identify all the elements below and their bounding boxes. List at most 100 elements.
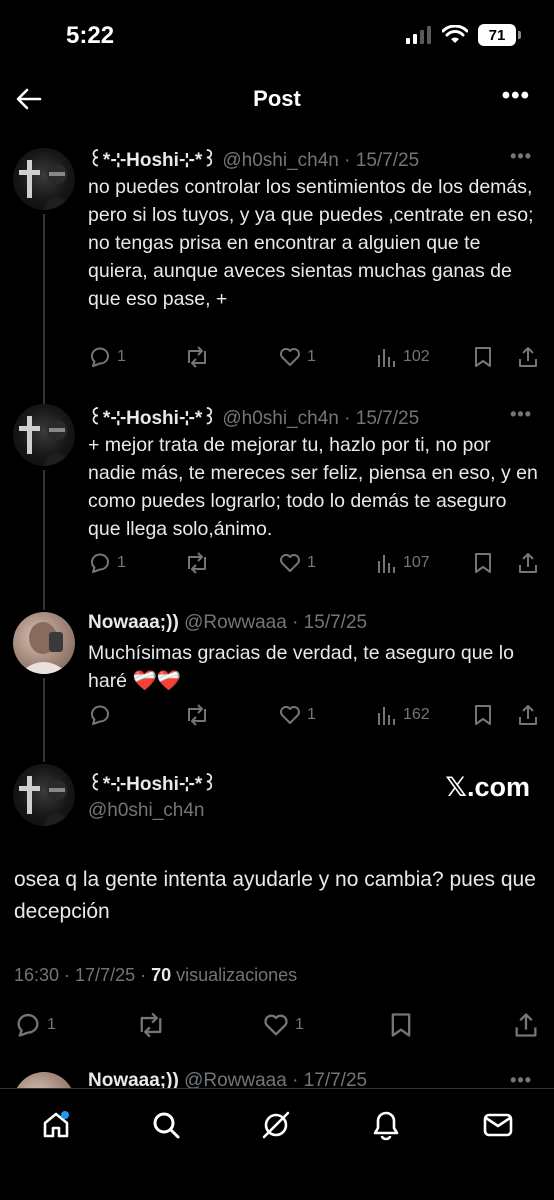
bookmark-button[interactable] — [472, 703, 494, 727]
avatar-image — [19, 416, 71, 466]
post-meta: 16:30 · 17/7/25 · 70 visualizaciones — [14, 965, 297, 986]
thread-reply[interactable]: Nowaaa;)) @Rowwaaa · 15/7/25 Muchísimas … — [0, 604, 554, 744]
nav-grok[interactable] — [256, 1105, 296, 1145]
views-icon — [378, 349, 395, 367]
repost-icon — [188, 704, 206, 726]
search-icon — [153, 1112, 180, 1139]
handle[interactable]: @Rowwaaa — [184, 1070, 287, 1088]
view-count: 102 — [403, 348, 430, 365]
display-name[interactable]: ꒰*⊹Hoshi⊹*꒱ — [88, 150, 217, 171]
messages-icon — [483, 1113, 513, 1137]
thread-reply[interactable]: ꒰*⊹Hoshi⊹*꒱ @h0shi_ch4n · 15/7/25 ••• + … — [0, 396, 554, 596]
bookmark-icon — [475, 347, 491, 367]
top-bar: Post ••• — [0, 70, 554, 128]
display-name[interactable]: ꒰*⊹Hoshi⊹*꒱ — [88, 770, 217, 796]
bookmark-button[interactable] — [472, 551, 494, 575]
handle[interactable]: @h0shi_ch4n — [222, 150, 338, 171]
thread-reply[interactable]: ꒰*⊹Hoshi⊹*꒱ @h0shi_ch4n · 15/7/25 ••• no… — [0, 140, 554, 380]
views-button[interactable]: 107 — [376, 551, 430, 575]
share-button[interactable] — [516, 345, 540, 369]
bookmark-button[interactable] — [472, 345, 494, 369]
source-label: 𝕏.com — [445, 772, 530, 802]
grok-icon — [262, 1111, 290, 1139]
avatar-image — [19, 160, 71, 210]
reply-icon — [91, 705, 109, 725]
home-icon — [43, 1111, 69, 1138]
display-name[interactable]: ꒰*⊹Hoshi⊹*꒱ — [88, 408, 217, 429]
avatar-image — [19, 776, 71, 826]
share-icon — [519, 553, 537, 573]
views-button[interactable]: 162 — [376, 703, 430, 727]
avatar[interactable] — [13, 612, 75, 674]
share-button[interactable] — [516, 703, 540, 727]
like-count: 1 — [307, 554, 316, 571]
status-bar: 5:22 71 — [0, 0, 554, 70]
battery-indicator: 71 — [478, 24, 521, 46]
repost-icon — [188, 346, 206, 368]
like-count: 1 — [295, 1016, 304, 1033]
display-name[interactable]: Nowaaa;)) — [88, 1070, 179, 1088]
action-bar: 1 162 — [88, 703, 540, 729]
nav-home[interactable] — [36, 1105, 76, 1145]
nav-messages[interactable] — [478, 1105, 518, 1145]
like-count: 1 — [307, 348, 316, 365]
reply-count: 1 — [117, 554, 126, 571]
avatar[interactable] — [13, 148, 75, 210]
views-icon — [378, 555, 395, 573]
reply-icon — [91, 553, 109, 573]
post-date: · 15/7/25 — [344, 408, 420, 429]
handle[interactable]: @h0shi_ch4n — [88, 800, 217, 822]
nav-search[interactable] — [146, 1105, 186, 1145]
like-count: 1 — [307, 706, 316, 723]
bookmark-icon — [391, 1013, 411, 1037]
nav-notifications[interactable] — [366, 1105, 406, 1145]
views-button[interactable]: 102 — [376, 345, 430, 369]
repost-button[interactable] — [184, 345, 215, 369]
repost-button[interactable] — [184, 551, 215, 575]
bookmark-icon — [475, 705, 491, 725]
like-icon — [280, 706, 300, 724]
repost-button[interactable] — [184, 703, 215, 727]
next-reply-peek[interactable]: Nowaaa;)) @Rowwaaa · 17/7/25 ••• — [0, 1066, 554, 1088]
notifications-icon — [373, 1111, 399, 1141]
share-icon — [515, 1013, 537, 1037]
more-icon[interactable]: ••• — [502, 82, 530, 110]
more-icon[interactable]: ••• — [510, 404, 532, 425]
reply-button[interactable] — [88, 703, 117, 727]
like-button[interactable]: 1 — [262, 1011, 304, 1039]
reply-count: 1 — [47, 1016, 56, 1033]
reply-icon — [91, 347, 109, 367]
reply-button[interactable]: 1 — [14, 1011, 56, 1039]
more-icon[interactable]: ••• — [510, 1070, 532, 1088]
like-icon — [280, 348, 300, 366]
tweet-text: + mejor trata de mejorar tu, hazlo por t… — [88, 434, 538, 540]
share-button[interactable] — [512, 1011, 540, 1039]
avatar[interactable] — [13, 1072, 75, 1088]
like-button[interactable]: 1 — [278, 703, 316, 727]
reply-button[interactable]: 1 — [88, 345, 126, 369]
share-button[interactable] — [516, 551, 540, 575]
action-bar: 1 1 107 — [88, 551, 540, 577]
like-button[interactable]: 1 — [278, 345, 316, 369]
avatar[interactable] — [13, 764, 75, 826]
like-icon — [280, 554, 300, 572]
display-name[interactable]: Nowaaa;)) — [88, 612, 179, 633]
like-button[interactable]: 1 — [278, 551, 316, 575]
post-timestamp: 16:30 · 17/7/25 · — [14, 965, 152, 985]
views-count: 70 — [151, 965, 172, 985]
main-post: ꒰*⊹Hoshi⊹*꒱ @h0shi_ch4n 𝕏.com osea q la … — [0, 760, 554, 1060]
more-icon[interactable]: ••• — [510, 146, 532, 167]
repost-button[interactable] — [136, 1011, 171, 1039]
share-icon — [519, 705, 537, 725]
reply-icon — [17, 1013, 39, 1037]
views-icon — [378, 707, 395, 725]
avatar[interactable] — [13, 404, 75, 466]
wifi-icon — [442, 25, 468, 43]
handle[interactable]: @h0shi_ch4n — [222, 408, 338, 429]
view-count: 162 — [403, 706, 430, 723]
bookmark-button[interactable] — [388, 1011, 414, 1039]
status-time: 5:22 — [66, 22, 115, 49]
reply-button[interactable]: 1 — [88, 551, 126, 575]
handle[interactable]: @Rowwaaa — [184, 612, 287, 633]
action-bar: 1 1 102 — [88, 345, 540, 371]
